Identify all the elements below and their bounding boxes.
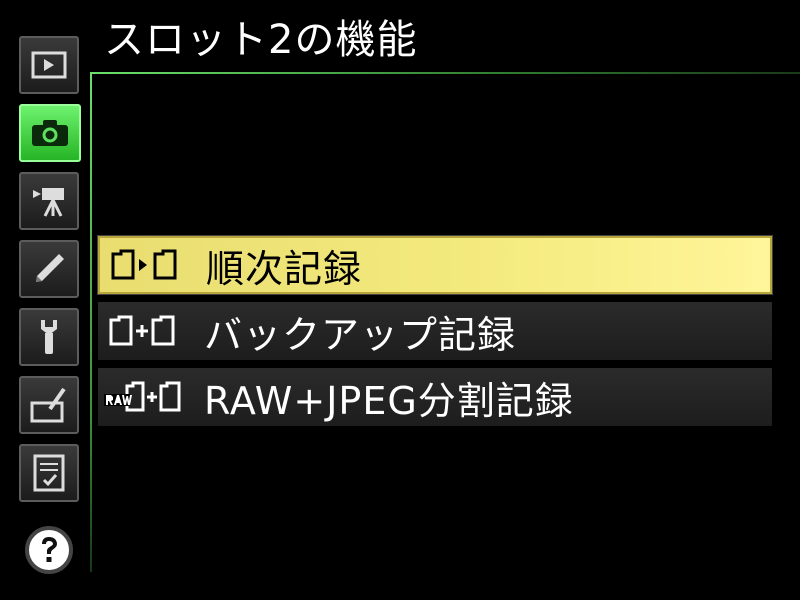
retouch-brush-icon: [30, 387, 66, 423]
movie-shooting-menu-tab[interactable]: [19, 172, 79, 230]
raw-jpeg-separate-icon: [98, 368, 198, 426]
pencil-icon: [36, 254, 64, 282]
card-overflow-icon: [100, 238, 200, 292]
menu-item-overflow[interactable]: 順次記録: [97, 235, 773, 295]
playback-icon: [31, 51, 67, 79]
camera-icon: [32, 120, 68, 146]
menu-frame-top: [90, 72, 800, 74]
help-button[interactable]: [25, 526, 73, 574]
custom-settings-menu-tab[interactable]: [19, 240, 79, 298]
menu-frame-left: [90, 72, 92, 572]
setup-menu-tab[interactable]: [19, 308, 79, 366]
card-backup-icon: [98, 302, 198, 360]
retouch-menu-tab[interactable]: [19, 376, 79, 434]
menu-item-label: バックアップ記録: [204, 312, 517, 357]
help-icon: [42, 537, 57, 562]
my-menu-list-icon: [33, 454, 65, 492]
movie-camera-icon: [33, 188, 64, 217]
menu-item-backup[interactable]: バックアップ記録: [98, 302, 772, 360]
photo-shooting-menu-tab[interactable]: [19, 104, 81, 162]
menu-item-raw-jpeg-separate[interactable]: RAW+JPEG分割記録: [98, 368, 772, 426]
page-title: スロット2の機能: [104, 17, 418, 63]
my-menu-tab[interactable]: [19, 444, 79, 502]
menu-item-label: 順次記録: [206, 246, 363, 291]
playback-menu-tab[interactable]: [19, 36, 79, 94]
menu-item-label: RAW+JPEG分割記録: [204, 378, 574, 423]
wrench-icon: [41, 320, 57, 354]
